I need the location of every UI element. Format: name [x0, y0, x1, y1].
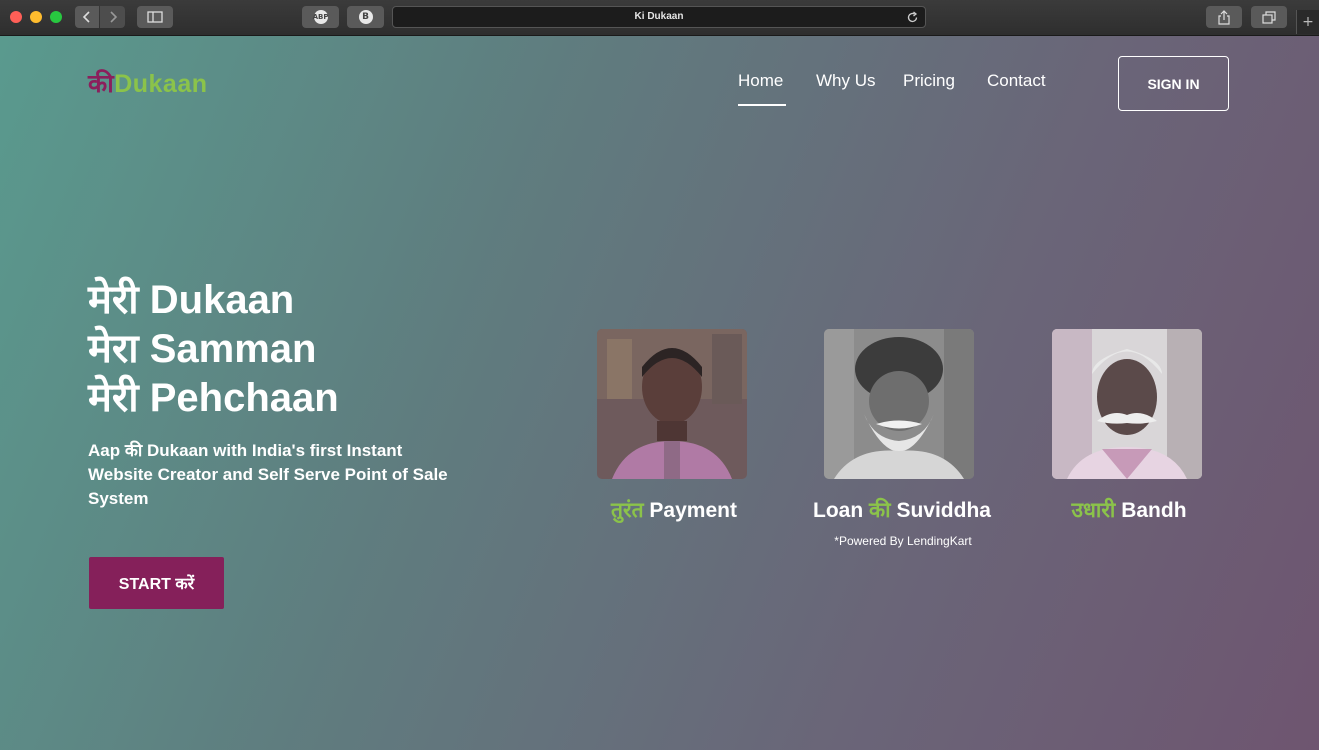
feature-caption-udhari: उधारी Bandh [1019, 496, 1239, 524]
feature-text: Suviddha [896, 499, 991, 522]
site-logo[interactable]: कीDukaan [88, 66, 208, 100]
hero-line-1: मेरी Dukaan [88, 278, 295, 322]
adblock-extension-button[interactable]: ABP [302, 6, 339, 28]
extension-b-button[interactable]: B [347, 6, 384, 28]
nav-home[interactable]: Home [738, 71, 783, 91]
sign-in-button[interactable]: SIGN IN [1118, 56, 1229, 111]
nav-active-underline [738, 104, 786, 106]
nav-pricing[interactable]: Pricing [903, 71, 955, 91]
start-button[interactable]: START करें [89, 557, 224, 609]
extension-b-icon: B [358, 10, 373, 24]
hero-heading: मेरी Dukaan मेरा Samman मेरी Pehchaan [88, 276, 339, 423]
chevron-left-icon [82, 11, 90, 23]
tabs-overview-button[interactable] [1251, 6, 1287, 28]
chevron-right-icon [109, 11, 117, 23]
close-window-button[interactable] [10, 11, 22, 23]
feature-prefix: Loan [813, 499, 864, 522]
hero-line-2: मेरा Samman [88, 327, 317, 371]
page-title: Ki Dukaan [634, 11, 684, 22]
feature-caption-payment: तुरंत Payment [564, 496, 784, 524]
feature-photo-payment [597, 329, 747, 479]
sidebar-icon [147, 11, 163, 23]
browser-toolbar: ABP B Ki Dukaan + [0, 0, 1319, 36]
feature-photo-loan [824, 329, 974, 479]
logo-dukaan: Dukaan [114, 70, 208, 98]
tabs-icon [1262, 10, 1276, 24]
feature-text: Payment [649, 499, 737, 522]
feature-highlight: की [869, 499, 891, 522]
reload-icon[interactable] [906, 11, 919, 24]
adblock-icon: ABP [313, 10, 328, 24]
feature-caption-loan: Loan की Suviddha [792, 496, 1012, 524]
address-bar[interactable]: Ki Dukaan [392, 6, 926, 28]
nav-why-us[interactable]: Why Us [816, 71, 876, 91]
share-button[interactable] [1206, 6, 1242, 28]
feature-highlight: तुरंत [611, 499, 644, 522]
feature-text: Bandh [1121, 499, 1187, 522]
back-button[interactable] [75, 6, 99, 28]
hero-subtitle: Aap की Dukaan with India's first Instant… [88, 441, 448, 508]
share-icon [1218, 9, 1230, 25]
forward-button[interactable] [100, 6, 125, 28]
feature-photo-udhari [1052, 329, 1202, 479]
logo-ki: की [88, 70, 115, 98]
nav-contact[interactable]: Contact [987, 71, 1046, 91]
landing-page: कीDukaan Home Why Us Pricing Contact SIG… [0, 36, 1319, 750]
lendingkart-note: *Powered By LendingKart [834, 534, 972, 548]
sidebar-button[interactable] [137, 6, 173, 28]
feature-highlight: उधारी [1071, 499, 1116, 522]
hero-line-3: मेरी Pehchaan [88, 376, 339, 420]
plus-icon[interactable]: + [1296, 10, 1319, 34]
minimize-window-button[interactable] [30, 11, 42, 23]
maximize-window-button[interactable] [50, 11, 62, 23]
